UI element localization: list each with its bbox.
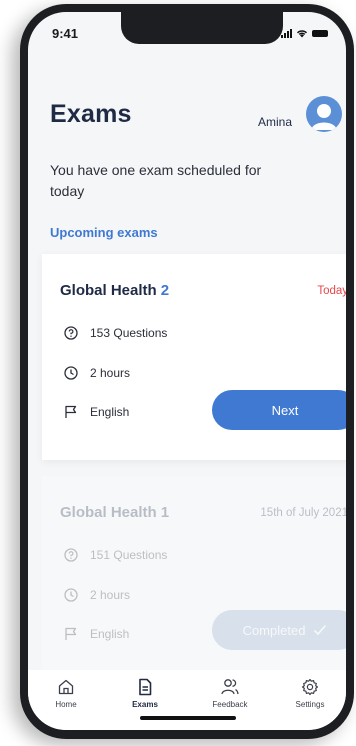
duration-text: 2 hours [90,366,131,380]
status-icons [281,29,328,38]
app-screen: 9:41 Exams Amina You have one exam sched… [28,12,346,730]
language-text: English [90,627,130,641]
page-title: Exams [50,100,132,128]
clock-icon [64,366,78,380]
next-button-label: Next [271,402,299,418]
duration-row: 2 hours [64,588,130,602]
questions-row: 151 Questions [64,548,167,562]
question-circle-icon [64,548,78,562]
duration-row: 2 hours [64,366,130,380]
exam-title-text: Global Health [60,504,157,521]
username-label: Amina [258,115,293,129]
exam-title-text: Global Health [60,282,157,299]
home-icon [58,679,74,695]
questions-row: 153 Questions [64,326,167,340]
completed-button-label: Completed [242,622,306,638]
duration-text: 2 hours [90,588,131,602]
status-time: 9:41 [52,26,79,41]
phone-frame: 9:41 Exams Amina You have one exam sched… [20,4,354,739]
exam-date: Today [317,285,346,297]
exam-card-completed[interactable]: Global Health 1 15th of July 2021 151 Que… [42,476,346,676]
checkmark-icon [314,624,327,636]
tab-settings[interactable]: Settings [280,678,340,709]
tab-settings-label: Settings [295,700,325,709]
document-icon [139,678,152,696]
tab-home[interactable]: Home [36,678,96,709]
flag-icon [65,405,77,418]
language-text: English [90,405,130,419]
question-circle-icon [64,326,78,340]
questions-count: 153 Questions [90,326,168,340]
wifi-icon [296,30,308,38]
tab-feedback[interactable]: Feedback [200,678,260,709]
language-row: English [64,405,129,419]
exam-number: 2 [160,282,170,299]
clock-icon [64,588,78,602]
battery-icon [312,30,328,37]
gear-icon [302,678,318,696]
questions-count: 151 Questions [90,548,168,562]
tab-exams-label: Exams [132,700,158,709]
avatar[interactable] [306,96,342,132]
language-row: English [64,627,129,641]
notch [121,12,283,44]
signal-icon [281,29,292,38]
exam-date: 15th of July 2021 [260,507,346,519]
home-indicator[interactable] [140,716,236,720]
page: 9:41 Exams Amina You have one exam sched… [0,0,356,746]
flag-icon [65,627,77,640]
upcoming-exams-link[interactable]: Upcoming exams [50,225,158,240]
user-avatar-icon [311,104,337,130]
tab-feedback-label: Feedback [212,700,248,709]
exam-number: 1 [160,504,170,521]
bottom-tab-bar: Home Exams Feedback Settings [28,670,346,730]
next-button[interactable]: Next [212,390,346,430]
exam-title: Global Health 2 [60,282,169,299]
exam-title: Global Health 1 [60,504,169,521]
completed-button: Completed [212,610,346,650]
tab-exams[interactable]: Exams [115,678,175,709]
exam-card-active[interactable]: Global Health 2 Today 153 Questions 2 ho… [42,254,346,460]
tab-home-label: Home [55,700,77,709]
users-icon [221,679,239,695]
exam-summary-text: You have one exam scheduled for today [50,162,262,199]
